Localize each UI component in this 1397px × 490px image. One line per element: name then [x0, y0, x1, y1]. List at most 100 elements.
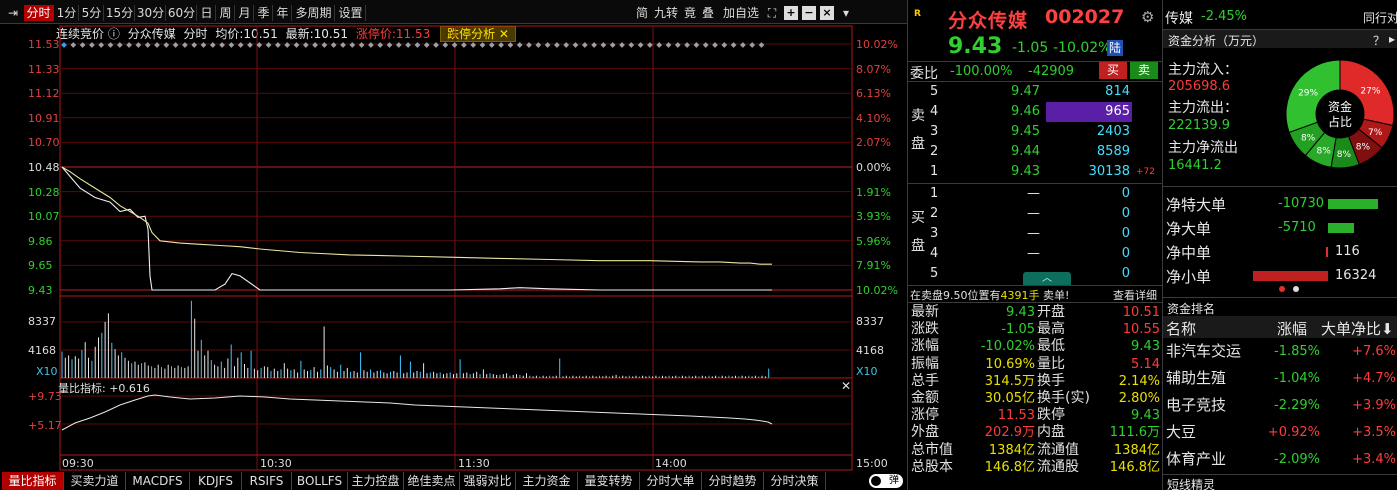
bottom-tab-10[interactable]: 量变转势 [578, 472, 640, 490]
close-indicator-icon[interactable]: ✕ [841, 379, 851, 393]
order-diff-value: -42909 [1028, 64, 1075, 79]
stat-label-right-4: 换手 [1037, 372, 1065, 389]
bottom-tab-4[interactable]: RSIFS [242, 472, 292, 490]
help-icon[interactable]: ？ [1373, 32, 1385, 49]
price-axis-right-6: 1.91% [856, 185, 891, 199]
auction-marker [637, 42, 644, 48]
ask-row-3[interactable]: 3 9.45 2403 [910, 122, 1162, 142]
rank-header-name[interactable]: 名称 [1166, 318, 1196, 339]
page-dot-1[interactable] [1279, 286, 1285, 292]
bottom-tab-13[interactable]: 分时决策 [764, 472, 826, 490]
auction-marker [349, 42, 356, 48]
page-dot-2[interactable] [1293, 286, 1299, 292]
more-icon[interactable]: ▸ [1389, 32, 1395, 46]
bottom-tab-6[interactable]: 主力控盘 [348, 472, 404, 490]
stat-label-right-0: 开盘 [1037, 304, 1065, 320]
toggle-knob [871, 476, 881, 486]
notice-prefix: 在卖盘9.50位置有 [910, 289, 1001, 302]
auction-marker [70, 42, 77, 48]
price-axis-left-1: 11.33 [28, 62, 60, 76]
auction-marker [423, 42, 430, 48]
rank-row-4[interactable]: 体育产业 -2.09% +3.4% [1164, 446, 1397, 473]
auction-marker [312, 42, 318, 48]
sell-button[interactable]: 卖 [1130, 62, 1158, 79]
rank-row-1[interactable]: 辅助生殖 -1.04% +4.7% [1164, 365, 1397, 392]
auction-marker [330, 42, 337, 48]
rank-row-0[interactable]: 非汽车交运 -1.85% +7.6% [1164, 338, 1397, 365]
gear-icon[interactable]: ⚙ [1141, 8, 1154, 26]
bottom-tab-12[interactable]: 分时趋势 [702, 472, 764, 490]
ask-row-4[interactable]: 4 9.46 965 [910, 102, 1162, 122]
auction-marker [358, 42, 365, 48]
bottom-tab-8[interactable]: 强弱对比 [460, 472, 516, 490]
stat-label-right-5: 换手(实) [1037, 390, 1090, 406]
bid-level: 1 [930, 186, 939, 201]
view-detail-link[interactable]: 查看详细 [1113, 287, 1157, 303]
auction-marker [377, 42, 384, 48]
auction-marker [442, 42, 449, 48]
bid-row-3[interactable]: 3 — 0 [910, 224, 1162, 244]
ask-level: 3 [930, 124, 939, 139]
ask-row-1[interactable]: 1 9.43 30138 +72 [910, 162, 1162, 182]
stat-label-right-7: 内盘 [1037, 424, 1065, 441]
price-axis-left-6: 10.28 [28, 185, 60, 199]
bottom-tab-11[interactable]: 分时大单 [640, 472, 702, 490]
intraday-chart[interactable] [0, 0, 907, 472]
auction-marker [647, 42, 653, 48]
rank-header-pct[interactable]: 涨幅 [1277, 318, 1307, 339]
auction-marker [368, 42, 374, 48]
rank-header-ratio[interactable]: 大单净比⬇ [1321, 318, 1394, 339]
price-axis-left-5: 10.48 [28, 161, 60, 174]
auction-marker [395, 42, 402, 48]
notice-suffix: 卖单! [1043, 289, 1070, 302]
vol-axis-left-0: 8337 [28, 315, 56, 328]
bottom-tab-2[interactable]: MACDFS [126, 472, 190, 490]
bid-row-2[interactable]: 2 — 0 [910, 204, 1162, 224]
auction-marker [563, 42, 570, 48]
ratio-axis-1: +5.17 [28, 419, 62, 432]
ask-row-5[interactable]: 5 9.47 814 [910, 82, 1162, 102]
stat-value-left-0: 9.43 [1006, 305, 1035, 320]
rank-header-ratio-label: 大单净比 [1321, 320, 1382, 338]
auction-marker [600, 42, 607, 48]
bottom-tab-5[interactable]: BOLLFS [292, 472, 348, 490]
price-axis-left-8: 9.86 [28, 234, 53, 248]
rank-row-2[interactable]: 电子竞技 -2.29% +3.9% [1164, 392, 1397, 419]
auction-marker [581, 42, 588, 48]
donut-slice-label: 8% [1337, 150, 1352, 160]
auction-marker [693, 42, 700, 48]
stat-value-left-6: 11.53 [997, 408, 1035, 424]
rank-ratio: +7.6% [1352, 344, 1396, 359]
bottom-tab-7[interactable]: 绝佳卖点 [404, 472, 460, 490]
flow-label-2: 净中单 [1166, 244, 1212, 262]
ask-row-2[interactable]: 2 9.44 8589 [910, 142, 1162, 162]
bottom-tab-9[interactable]: 主力资金 [516, 472, 578, 490]
bid-row-1[interactable]: 1 — 0 [910, 184, 1162, 204]
stat-value-right-5: 2.80% [1118, 391, 1160, 406]
peer-compare-link[interactable]: 同行对 [1363, 9, 1397, 26]
bottom-tab-1[interactable]: 买卖力道 [64, 472, 126, 490]
price-line [61, 166, 772, 291]
expand-up-icon[interactable]: ︿ [1023, 272, 1071, 285]
auction-marker [507, 42, 514, 48]
popup-toggle[interactable]: 弹 [869, 474, 903, 488]
vol-axis-left-1: 4168 [28, 344, 56, 357]
quote-stock-name: 分众传媒 [948, 10, 1029, 32]
ask-price: 9.44 [1011, 144, 1040, 159]
price-axis-left-3: 10.91 [28, 111, 60, 125]
rank-pct: -1.04% [1274, 371, 1320, 386]
bottom-tab-3[interactable]: KDJFS [190, 472, 242, 490]
rank-row-3[interactable]: 大豆 +0.92% +3.5% [1164, 419, 1397, 446]
bottom-tab-0[interactable]: 量比指标 [2, 472, 64, 490]
quote-pct: -10.02% [1053, 40, 1112, 56]
bid-row-4[interactable]: 4 — 0 [910, 244, 1162, 264]
quote-price: 9.43 [948, 34, 1003, 59]
auction-marker [488, 42, 495, 48]
inflow-value: 205698.6 [1168, 79, 1231, 94]
auction-marker [712, 42, 718, 48]
buy-button[interactable]: 买 [1099, 62, 1127, 79]
ask-volume: 2403 [1096, 124, 1130, 139]
sector-name[interactable]: 传媒 [1165, 8, 1193, 28]
auction-marker [135, 42, 142, 48]
volume-bars [61, 300, 770, 378]
